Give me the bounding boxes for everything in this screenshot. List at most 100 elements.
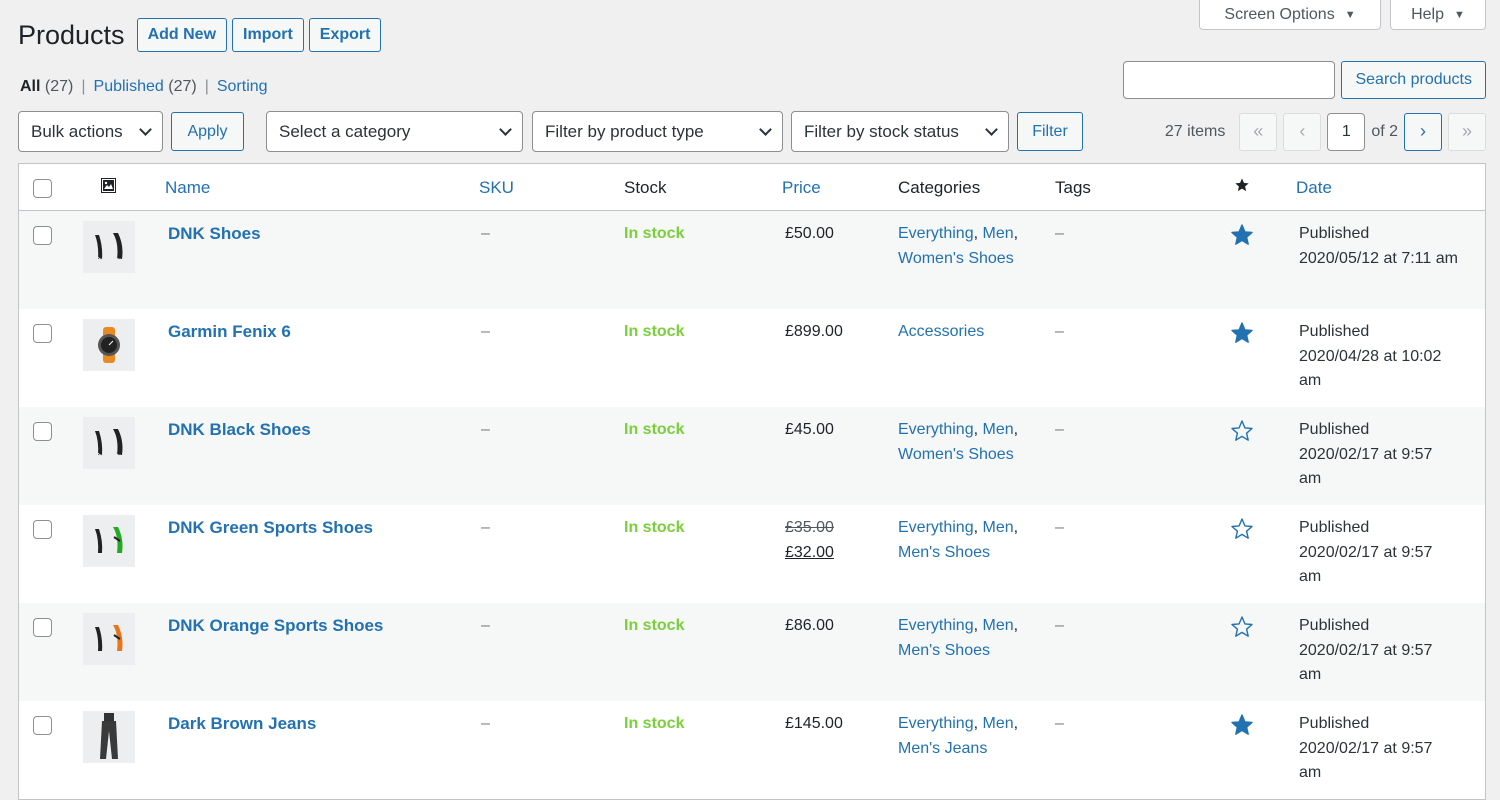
- featured-star-icon[interactable]: [1230, 223, 1254, 247]
- apply-button[interactable]: Apply: [171, 112, 244, 151]
- view-published[interactable]: Published (27): [94, 78, 197, 96]
- category-link[interactable]: Everything: [898, 617, 974, 634]
- separator: |: [81, 78, 86, 95]
- image-icon: [101, 178, 116, 198]
- date-suffix: am: [1299, 666, 1322, 683]
- product-name-link[interactable]: DNK Green Sports Shoes: [168, 516, 373, 541]
- category-link[interactable]: Men: [982, 617, 1013, 634]
- export-button[interactable]: Export: [308, 18, 382, 52]
- product-thumbnail[interactable]: [83, 711, 135, 763]
- featured-star-icon[interactable]: [1230, 321, 1254, 345]
- sku-value: –: [481, 519, 490, 536]
- help-button[interactable]: Help ▼: [1390, 0, 1486, 30]
- next-page-button[interactable]: ›: [1404, 112, 1442, 151]
- sku-value: –: [481, 225, 490, 242]
- star-icon[interactable]: [1234, 177, 1250, 198]
- tags-value: –: [1055, 225, 1064, 242]
- bulk-actions-select[interactable]: Bulk actions: [18, 111, 163, 152]
- import-button[interactable]: Import: [232, 18, 304, 52]
- date-cell: Published 2020/02/17 at 9:57 am: [1299, 712, 1432, 786]
- chevron-down-icon: [985, 122, 998, 136]
- category-link[interactable]: Women's Shoes: [898, 250, 1014, 267]
- category-select[interactable]: Select a category: [266, 111, 523, 152]
- column-name[interactable]: Name: [165, 178, 210, 198]
- date-suffix: am: [1299, 372, 1322, 389]
- search-products-button[interactable]: Search products: [1341, 61, 1486, 99]
- category-link[interactable]: Men's Shoes: [898, 544, 990, 561]
- caret-down-icon: ▼: [1344, 8, 1356, 21]
- row-checkbox[interactable]: [33, 618, 52, 637]
- add-new-button[interactable]: Add New: [136, 18, 228, 52]
- category-link[interactable]: Men: [982, 421, 1013, 438]
- category-separator: ,: [1013, 617, 1019, 634]
- price-value: £145.00: [785, 715, 843, 732]
- publish-date: 2020/02/17 at 9:57: [1299, 445, 1433, 463]
- current-page-input[interactable]: 1: [1327, 112, 1366, 151]
- publish-date: 2020/02/17 at 9:57: [1299, 641, 1433, 659]
- column-price[interactable]: Price: [782, 178, 821, 198]
- category-link[interactable]: Everything: [898, 715, 974, 732]
- product-name-link[interactable]: DNK Shoes: [168, 222, 261, 247]
- table-row: DNK Shoes – In stock £50.00 Everything, Men,…: [19, 211, 1485, 309]
- category-link[interactable]: Accessories: [898, 323, 984, 340]
- product-name-link[interactable]: DNK Orange Sports Shoes: [168, 614, 383, 639]
- featured-star-icon[interactable]: [1230, 517, 1254, 541]
- category-link[interactable]: Men: [982, 715, 1013, 732]
- row-checkbox[interactable]: [33, 520, 52, 539]
- featured-star-icon[interactable]: [1230, 419, 1254, 443]
- items-count: 27 items: [1164, 122, 1226, 140]
- date-suffix: am: [1299, 470, 1322, 487]
- product-thumbnail[interactable]: [83, 221, 135, 273]
- date-cell: Published 2020/05/12 at 7:11 am: [1299, 222, 1458, 271]
- price-cell: £50.00: [785, 222, 834, 247]
- product-type-select[interactable]: Filter by product type: [532, 111, 783, 152]
- last-page-button[interactable]: »: [1448, 112, 1486, 151]
- product-thumbnail[interactable]: [83, 319, 135, 371]
- column-date[interactable]: Date: [1296, 178, 1332, 198]
- stock-status: In stock: [624, 715, 685, 732]
- select-all-checkbox[interactable]: [33, 179, 52, 198]
- table-row: DNK Black Shoes – In stock £45.00 Everything…: [19, 407, 1485, 505]
- product-thumbnail[interactable]: [83, 613, 135, 665]
- product-name-link[interactable]: Garmin Fenix 6: [168, 320, 291, 345]
- screen-options-button[interactable]: Screen Options ▼: [1199, 0, 1381, 30]
- stock-status: In stock: [624, 617, 685, 634]
- page-title: Products: [18, 19, 125, 50]
- column-sku[interactable]: SKU: [479, 178, 514, 198]
- caret-down-icon: ▼: [1454, 8, 1465, 21]
- view-all[interactable]: All (27): [20, 78, 73, 96]
- categories-cell: Accessories: [898, 320, 984, 345]
- category-link[interactable]: Women's Shoes: [898, 446, 1014, 463]
- view-sorting[interactable]: Sorting: [217, 78, 268, 96]
- prev-page-button[interactable]: ‹: [1283, 112, 1322, 151]
- row-checkbox[interactable]: [33, 324, 52, 343]
- featured-star-icon[interactable]: [1230, 615, 1254, 639]
- category-link[interactable]: Everything: [898, 225, 974, 242]
- category-link[interactable]: Men: [982, 519, 1013, 536]
- product-thumbnail[interactable]: [83, 417, 135, 469]
- product-name-link[interactable]: Dark Brown Jeans: [168, 712, 316, 737]
- sku-value: –: [481, 323, 490, 340]
- price-value: £45.00: [785, 421, 834, 438]
- publish-status: Published: [1299, 715, 1370, 732]
- first-page-button[interactable]: «: [1239, 112, 1278, 151]
- products-table: Name SKU Stock Price Categories Tags Dat…: [18, 163, 1486, 800]
- search-input[interactable]: [1123, 61, 1336, 99]
- pagination: 27 items « ‹ 1 of 2 › »: [1165, 111, 1486, 152]
- featured-star-icon[interactable]: [1230, 713, 1254, 737]
- filter-button[interactable]: Filter: [1017, 112, 1083, 151]
- row-checkbox[interactable]: [33, 716, 52, 735]
- row-checkbox[interactable]: [33, 422, 52, 441]
- category-link[interactable]: Everything: [898, 421, 974, 438]
- category-link[interactable]: Men's Jeans: [898, 740, 987, 757]
- row-checkbox[interactable]: [33, 226, 52, 245]
- category-link[interactable]: Men: [982, 225, 1013, 242]
- product-name-link[interactable]: DNK Black Shoes: [168, 418, 311, 443]
- category-link[interactable]: Everything: [898, 519, 974, 536]
- column-categories: Categories: [898, 178, 981, 197]
- product-thumbnail[interactable]: [83, 515, 135, 567]
- date-cell: Published 2020/02/17 at 9:57 am: [1299, 418, 1432, 492]
- category-link[interactable]: Men's Shoes: [898, 642, 990, 659]
- stock-status-select[interactable]: Filter by stock status: [791, 111, 1009, 152]
- price-cell: £145.00: [785, 712, 843, 737]
